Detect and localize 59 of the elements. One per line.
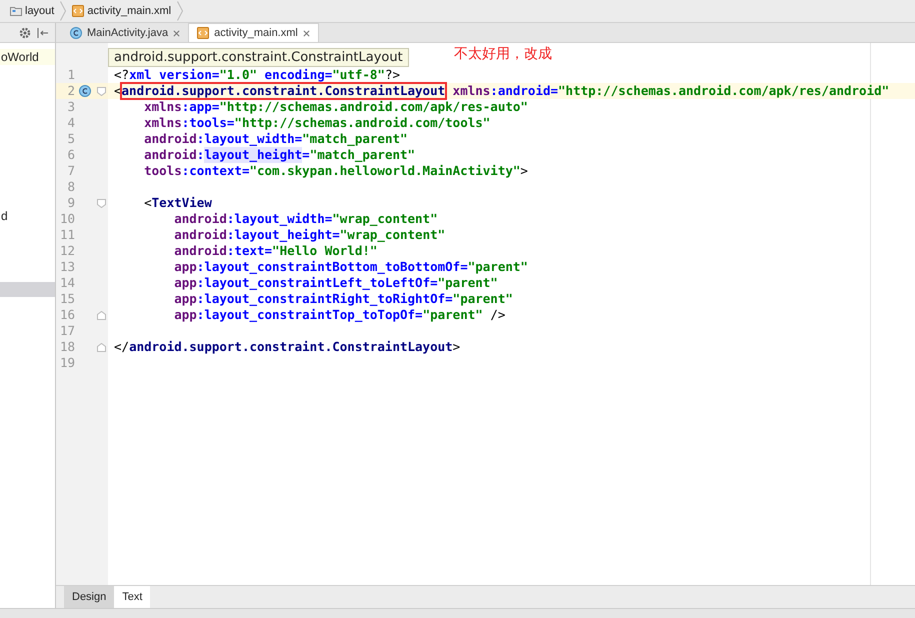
code-line: <?xml version="1.0" encoding="utf-8"?> xyxy=(114,67,400,83)
line-number: 6 xyxy=(66,147,75,163)
tree-item[interactable]: d xyxy=(0,208,55,224)
close-icon[interactable] xyxy=(302,30,310,36)
line-number: 2 xyxy=(66,83,75,99)
collapse-icon[interactable] xyxy=(37,28,49,38)
line-number: 16 xyxy=(58,307,75,323)
line-number: 8 xyxy=(66,179,75,195)
fold-icon[interactable] xyxy=(97,198,106,208)
xml-file-icon xyxy=(197,27,210,39)
breadcrumb-separator-icon xyxy=(177,1,184,21)
code-line: android:layout_width="match_parent" xyxy=(143,131,408,147)
fold-icon[interactable] xyxy=(97,310,106,320)
line-number: 10 xyxy=(58,211,75,227)
breadcrumb-item[interactable]: activity_main.xml xyxy=(68,5,176,17)
gear-icon[interactable] xyxy=(19,26,31,38)
code-line: tools:context="com.skypan.helloworld.MainActivity"> xyxy=(143,163,528,179)
code-line: android:text="Hello World!" xyxy=(173,243,378,259)
tooltip: android.support.constraint.ConstraintLayout xyxy=(108,48,409,67)
line-number: 12 xyxy=(58,243,75,259)
code-line: app:layout_constraintRight_toRightOf="parent" xyxy=(173,291,513,307)
editor-tab[interactable]: MainActivity.java xyxy=(62,24,188,42)
xml-file-icon xyxy=(72,5,84,17)
line-number: 15 xyxy=(58,291,75,307)
line-number: 4 xyxy=(66,115,75,131)
fold-icon[interactable] xyxy=(97,86,106,96)
view-tab[interactable]: Text xyxy=(114,586,150,608)
breadcrumb-item[interactable]: layout xyxy=(6,5,58,17)
class-icon xyxy=(70,27,82,39)
line-number: 11 xyxy=(58,227,75,243)
fold-icon[interactable] xyxy=(97,342,106,352)
view-tab[interactable]: Design xyxy=(64,586,114,608)
line-number: 14 xyxy=(58,275,75,291)
line-number: 3 xyxy=(66,99,75,115)
line-number: 5 xyxy=(66,131,75,147)
line-number: 7 xyxy=(66,163,75,179)
tree-item[interactable]: oWorld xyxy=(0,49,55,65)
code-line: xmlns:tools="http://schemas.android.com/tools" xyxy=(143,115,490,131)
breadcrumb-separator-icon xyxy=(60,1,66,21)
code-line: android:layout_height="match_parent" xyxy=(143,147,416,163)
class-icon[interactable] xyxy=(79,85,91,97)
code-line: xmlns:app="http://schemas.android.com/apk/res-auto" xyxy=(143,99,528,115)
close-icon[interactable] xyxy=(173,30,180,36)
code-line: android:layout_width="wrap_content" xyxy=(173,211,438,227)
line-number: 19 xyxy=(58,355,75,371)
folder-icon xyxy=(10,6,22,16)
code-line: app:layout_constraintLeft_toLeftOf="parent" xyxy=(173,275,498,291)
annotation-text: 不太好用，改成 xyxy=(454,45,552,63)
line-number: 18 xyxy=(58,339,75,355)
code-line: <TextView xyxy=(143,195,212,211)
line-number: 9 xyxy=(66,195,75,211)
code-line: </android.support.constraint.ConstraintLayout> xyxy=(114,339,460,355)
code-line: app:layout_constraintTop_toTopOf="parent" /> xyxy=(173,307,506,323)
editor-tab[interactable]: activity_main.xml xyxy=(188,23,319,42)
code-line: android:layout_height="wrap_content" xyxy=(173,227,446,243)
line-number: 1 xyxy=(66,67,75,83)
line-number: 13 xyxy=(58,259,75,275)
code-line: app:layout_constraintBottom_toBottomOf="parent" xyxy=(173,259,528,275)
line-number: 17 xyxy=(58,323,75,339)
